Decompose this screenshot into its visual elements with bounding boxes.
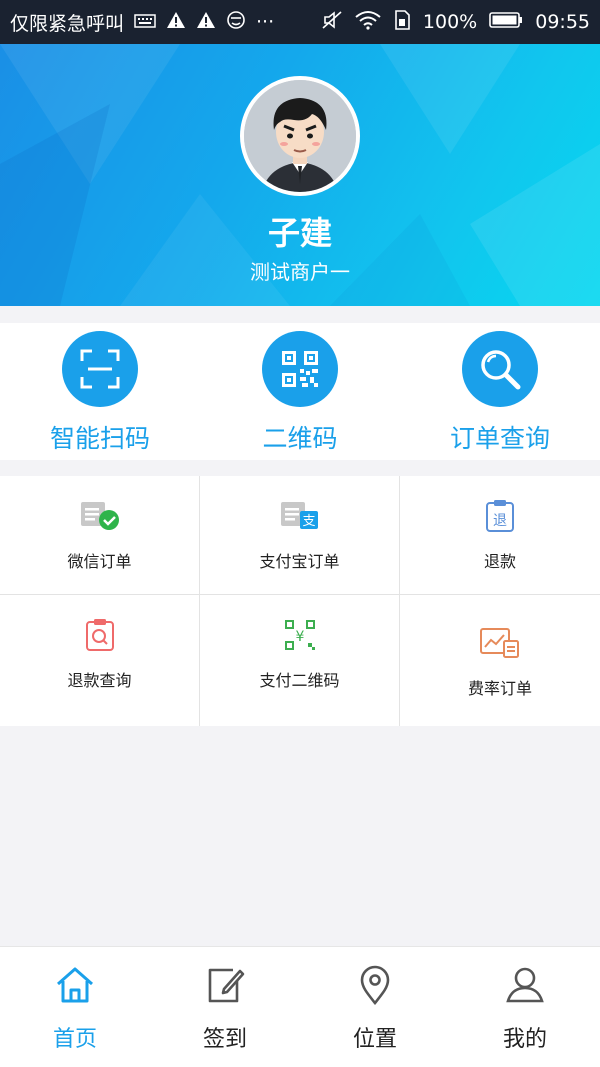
profile-header: 子建 测试商户一 — [0, 44, 600, 306]
quick-action-qr[interactable]: 二维码 — [200, 323, 400, 460]
grid-item-alipay-order[interactable]: 支 支付宝订单 — [200, 476, 400, 595]
quick-action-label: 订单查询 — [449, 424, 550, 453]
grid-item-refund[interactable]: 退 退款 — [400, 476, 600, 595]
check-in-icon — [205, 965, 245, 1009]
grid-item-label: 费率订单 — [467, 679, 532, 698]
user-name: 子建 — [267, 214, 332, 252]
battery-icon — [489, 11, 523, 34]
rate-order-icon — [480, 625, 520, 661]
bottom-nav: 首页 签到 位置 我的 — [0, 946, 600, 1067]
clock-text: 09:55 — [535, 11, 590, 33]
svg-text:¥: ¥ — [295, 629, 304, 645]
mute-icon — [321, 10, 343, 35]
refund-icon: 退 — [480, 498, 520, 534]
quick-actions: 智能扫码 二维码 订单查询 — [0, 323, 600, 460]
quick-action-order-search[interactable]: 订单查询 — [400, 323, 600, 460]
more-icon: ··· — [256, 11, 275, 33]
feature-grid: 微信订单 支 支付宝订单 退 退款 退款查询 ¥ 支付二维码 费率订单 — [0, 476, 600, 726]
location-icon — [355, 965, 395, 1009]
keyboard-icon — [134, 11, 156, 33]
status-bar: 仅限紧急呼叫 ··· 100% 09:55 — [0, 0, 600, 44]
nav-item-home[interactable]: 首页 — [0, 947, 150, 1067]
nav-label: 我的 — [502, 1027, 547, 1052]
grid-item-refund-query[interactable]: 退款查询 — [0, 595, 200, 726]
grid-item-label: 支付宝订单 — [259, 552, 340, 571]
quick-action-scan[interactable]: 智能扫码 — [0, 323, 200, 460]
home-icon — [55, 965, 95, 1009]
grid-item-rate-order[interactable]: 费率订单 — [400, 595, 600, 726]
grid-item-payment-qr[interactable]: ¥ 支付二维码 — [200, 595, 400, 726]
nav-label: 位置 — [352, 1027, 397, 1052]
grid-item-label: 微信订单 — [67, 552, 132, 571]
face-icon — [226, 10, 246, 35]
svg-text:退: 退 — [493, 513, 507, 529]
svg-text:支: 支 — [302, 514, 315, 529]
search-icon — [462, 331, 538, 407]
alipay-order-icon: 支 — [280, 498, 320, 534]
grid-item-label: 支付二维码 — [259, 671, 340, 690]
scan-icon — [62, 331, 138, 407]
nav-item-profile[interactable]: 我的 — [450, 947, 600, 1067]
wifi-icon — [355, 10, 381, 35]
refund-query-icon — [80, 617, 120, 653]
nav-item-location[interactable]: 位置 — [300, 947, 450, 1067]
carrier-text: 仅限紧急呼叫 — [10, 12, 125, 35]
quick-action-label: 二维码 — [262, 424, 338, 453]
nav-label: 首页 — [52, 1027, 97, 1052]
battery-percent: 100% — [422, 11, 478, 33]
nav-label: 签到 — [202, 1027, 247, 1052]
sim-icon — [393, 9, 411, 35]
warning-icon — [196, 11, 216, 33]
grid-item-wechat-order[interactable]: 微信订单 — [0, 476, 200, 595]
avatar[interactable] — [240, 76, 360, 196]
qr-code-icon — [262, 331, 338, 407]
payment-qr-icon: ¥ — [280, 617, 320, 653]
quick-action-label: 智能扫码 — [49, 424, 150, 453]
profile-icon — [505, 965, 545, 1009]
merchant-name: 测试商户一 — [250, 260, 350, 284]
nav-item-check-in[interactable]: 签到 — [150, 947, 300, 1067]
grid-item-label: 退款查询 — [67, 671, 132, 690]
wechat-order-icon — [80, 498, 120, 534]
grid-item-label: 退款 — [483, 552, 516, 571]
warning-icon — [166, 11, 186, 33]
